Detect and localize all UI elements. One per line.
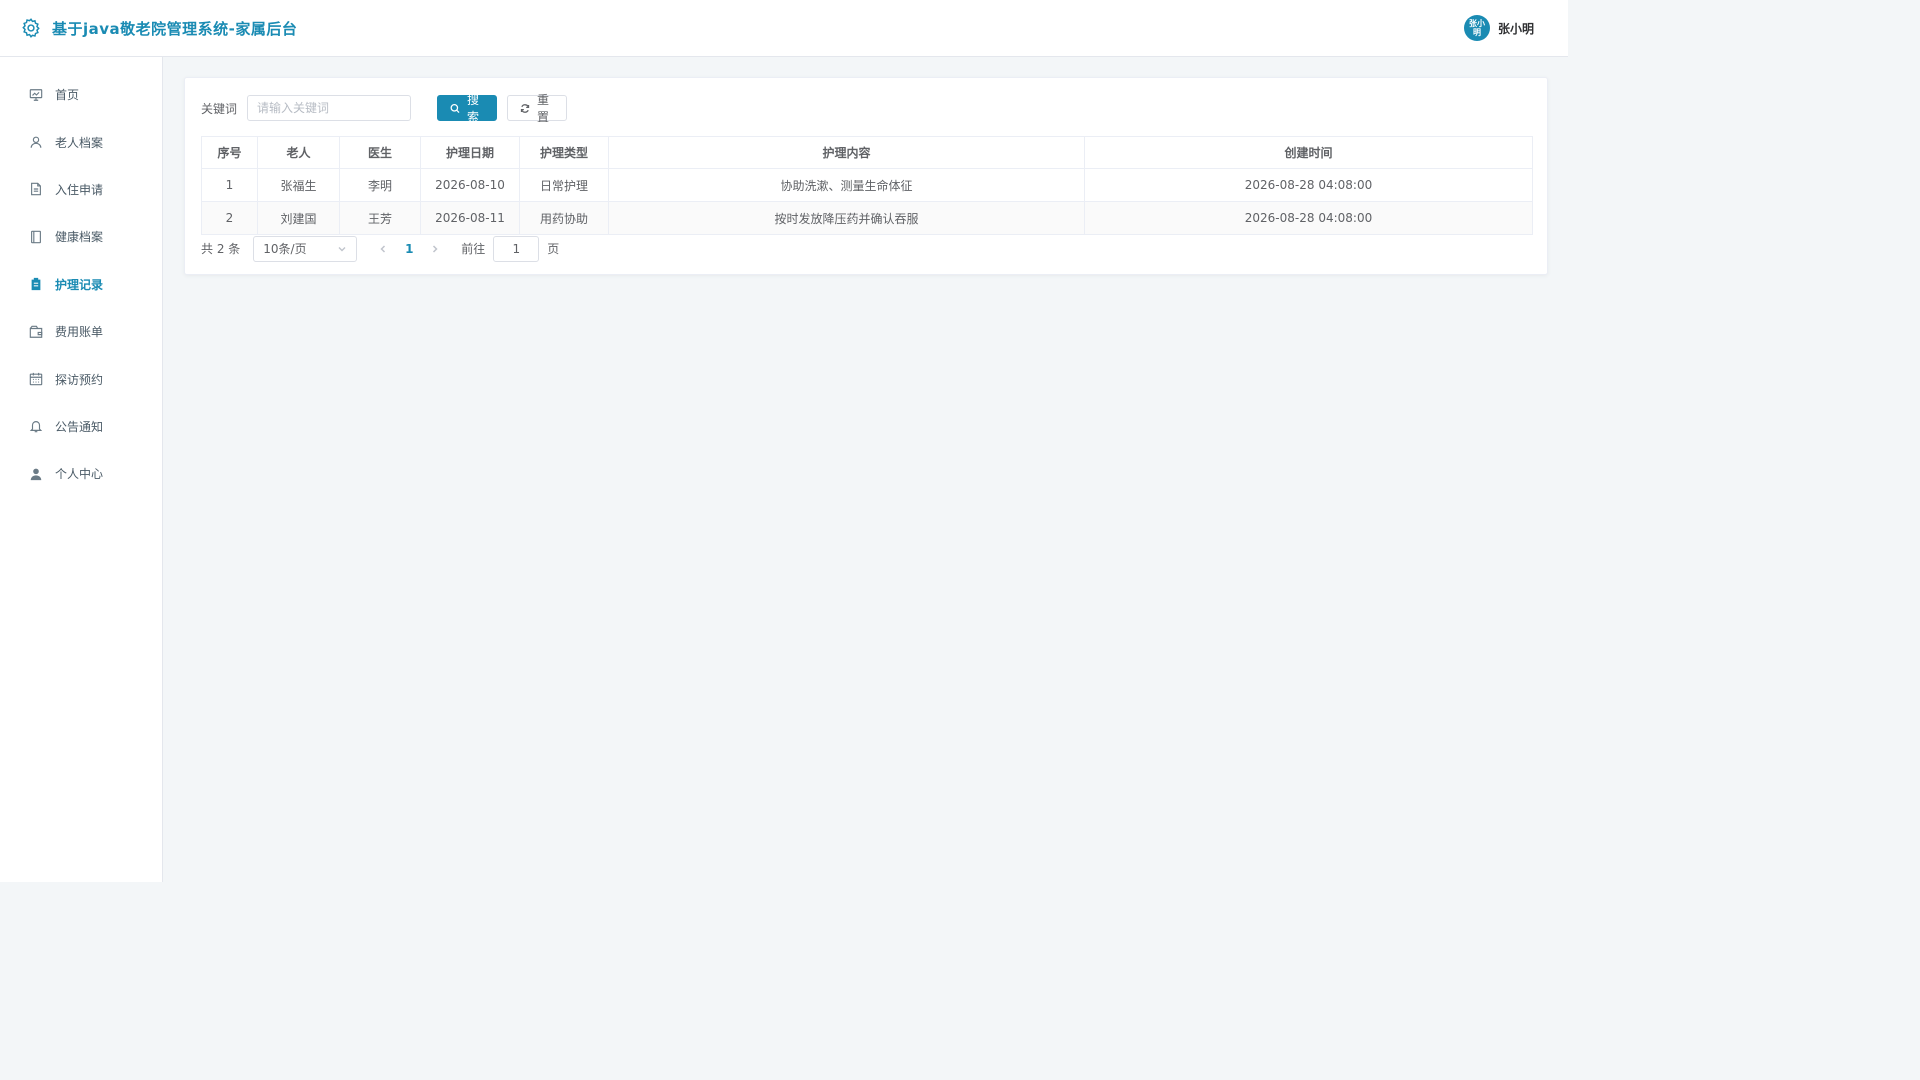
page-jumper: 前往 页 <box>461 235 560 262</box>
column-header-nursing-content[interactable]: 护理内容 <box>608 136 1085 169</box>
column-header-nursing-date[interactable]: 护理日期 <box>420 136 520 169</box>
clipboard-icon <box>28 277 43 292</box>
person-icon <box>28 466 43 481</box>
column-header-doctor[interactable]: 医生 <box>339 136 421 169</box>
username[interactable]: 张小明 <box>1498 20 1534 37</box>
cell-created-at: 2026-08-28 04:08:00 <box>1084 168 1533 202</box>
sidebar-item-label: 老人档案 <box>55 135 104 150</box>
table-header-row: 序号 老人 医生 护理日期 护理类型 护理内容 创建时间 <box>201 136 1533 169</box>
chevron-down-icon <box>338 246 346 251</box>
refresh-icon <box>520 103 530 113</box>
prev-page-button[interactable] <box>370 244 396 253</box>
sidebar-item-elder-profiles[interactable]: 老人档案 <box>0 118 162 165</box>
sidebar-item-label: 探访预约 <box>55 372 104 387</box>
chevron-right-icon <box>433 244 438 253</box>
page-size-select[interactable]: 10条/页 <box>253 235 358 262</box>
cell-nursing-type: 日常护理 <box>519 168 609 202</box>
sidebar-item-label: 费用账单 <box>55 325 104 340</box>
avatar[interactable]: 张小明 <box>1463 15 1490 41</box>
search-button-label: 搜索 <box>467 93 480 124</box>
page-size-value: 10条/页 <box>263 242 307 256</box>
sidebar-item-profile[interactable]: 个人中心 <box>0 450 162 497</box>
keyword-label: 关键词 <box>201 101 238 116</box>
sidebar-item-admission[interactable]: 入住申请 <box>0 166 162 213</box>
top-header: 基于java敬老院管理系统-家属后台 张小明 张小明 <box>0 0 1568 57</box>
user-icon <box>28 135 43 150</box>
brand: 基于java敬老院管理系统-家属后台 <box>20 17 297 39</box>
column-header-nursing-type[interactable]: 护理类型 <box>519 136 609 169</box>
nursing-records-panel: 关键词 搜索 重置 序号 老人 医生 护理日期 护理类型 护理内容 创建时间 <box>184 77 1548 275</box>
cell-nursing-date: 2026-08-10 <box>420 168 520 202</box>
sidebar: 首页 老人档案 入住申请 健康档案 护理记录 费用账单 探访预约 公告通知 个人… <box>0 57 163 882</box>
notebook-icon <box>28 229 43 244</box>
reset-button-label: 重置 <box>537 93 550 124</box>
cell-elder: 张福生 <box>257 168 340 202</box>
gear-icon <box>22 18 40 38</box>
reset-button[interactable]: 重置 <box>507 93 568 124</box>
table-row[interactable]: 1 张福生 李明 2026-08-10 日常护理 协助洗漱、测量生命体征 202… <box>201 168 1533 202</box>
document-icon <box>28 182 43 197</box>
cell-index: 2 <box>201 201 258 235</box>
app-title: 基于java敬老院管理系统-家属后台 <box>52 19 298 38</box>
sidebar-item-label: 入住申请 <box>55 182 104 197</box>
sidebar-item-home[interactable]: 首页 <box>0 71 162 118</box>
cell-doctor: 李明 <box>339 168 421 202</box>
page-unit-label: 页 <box>547 242 560 256</box>
search-bar: 关键词 搜索 重置 <box>201 93 1531 124</box>
cell-index: 1 <box>201 168 258 202</box>
sidebar-item-visit-booking[interactable]: 探访预约 <box>0 355 162 402</box>
chevron-left-icon <box>380 244 386 253</box>
wallet-icon <box>28 324 43 339</box>
sidebar-item-billing[interactable]: 费用账单 <box>0 308 162 355</box>
table-row[interactable]: 2 刘建国 王芳 2026-08-11 用药协助 按时发放降压药并确认吞服 20… <box>201 201 1533 235</box>
pagination: 共 2 条 10条/页 1 前往 页 <box>201 235 1531 262</box>
search-icon <box>450 103 460 113</box>
bell-icon <box>28 419 43 434</box>
keyword-input[interactable] <box>247 95 412 121</box>
user-menu[interactable]: 张小明 张小明 <box>1463 15 1548 41</box>
column-header-created-at[interactable]: 创建时间 <box>1084 136 1533 169</box>
cell-doctor: 王芳 <box>339 201 421 235</box>
column-header-index[interactable]: 序号 <box>201 136 258 169</box>
goto-page-input[interactable] <box>493 235 540 262</box>
sidebar-item-label: 首页 <box>55 88 80 103</box>
sidebar-item-nursing-records[interactable]: 护理记录 <box>0 261 162 308</box>
cell-nursing-type: 用药协助 <box>519 201 609 235</box>
cell-elder: 刘建国 <box>257 201 340 235</box>
cell-nursing-content: 协助洗漱、测量生命体征 <box>608 168 1085 202</box>
page-number-current[interactable]: 1 <box>396 242 422 256</box>
sidebar-item-health-records[interactable]: 健康档案 <box>0 213 162 260</box>
cell-nursing-date: 2026-08-11 <box>420 201 520 235</box>
cell-created-at: 2026-08-28 04:08:00 <box>1084 201 1533 235</box>
pagination-total: 共 2 条 <box>201 242 241 256</box>
sidebar-item-label: 个人中心 <box>55 467 104 482</box>
goto-label: 前往 <box>461 242 486 256</box>
next-page-button[interactable] <box>422 244 448 253</box>
cell-nursing-content: 按时发放降压药并确认吞服 <box>608 201 1085 235</box>
sidebar-item-notices[interactable]: 公告通知 <box>0 403 162 450</box>
nursing-records-table: 序号 老人 医生 护理日期 护理类型 护理内容 创建时间 1 张福生 李明 20… <box>201 136 1533 235</box>
dashboard-icon <box>28 87 43 102</box>
sidebar-item-label: 健康档案 <box>55 230 104 245</box>
search-button[interactable]: 搜索 <box>437 93 498 124</box>
column-header-elder[interactable]: 老人 <box>257 136 340 169</box>
sidebar-item-label: 公告通知 <box>55 419 104 434</box>
sidebar-item-label: 护理记录 <box>55 277 104 292</box>
calendar-icon <box>28 372 43 387</box>
